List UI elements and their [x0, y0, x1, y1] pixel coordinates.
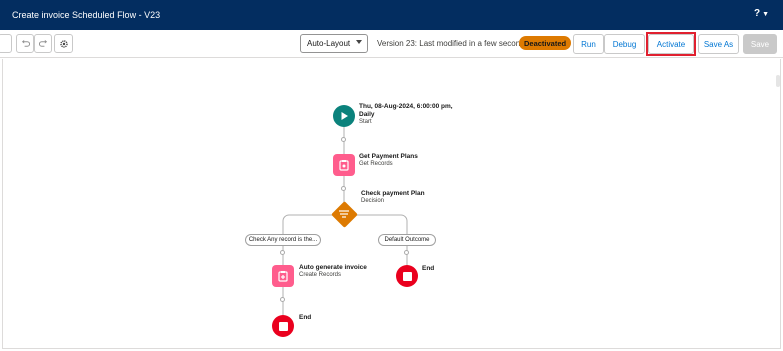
get-records-type: Get Records — [359, 161, 393, 167]
decision-title: Check payment Plan — [361, 190, 425, 197]
add-element-connector[interactable] — [341, 137, 346, 142]
create-records-icon — [278, 271, 288, 282]
help-icon: ? — [753, 8, 761, 19]
undo-icon — [21, 39, 30, 47]
end-label-default: End — [422, 265, 435, 272]
start-frequency-label: Daily — [359, 111, 375, 118]
end-label-create: End — [299, 314, 312, 321]
undo-button[interactable] — [16, 34, 34, 53]
decision-icon — [339, 210, 349, 218]
play-icon — [341, 112, 348, 120]
get-records-icon — [339, 160, 349, 171]
get-records-node[interactable] — [333, 154, 355, 176]
start-type-label: Start — [359, 119, 372, 125]
stop-icon — [402, 271, 412, 281]
start-node[interactable] — [333, 105, 355, 127]
toolbox-toggle-button[interactable] — [0, 34, 12, 53]
end-node-create[interactable] — [272, 315, 294, 337]
flow-title: Create invoice Scheduled Flow - V23 — [12, 10, 161, 20]
layout-select[interactable]: Auto-Layout — [300, 34, 368, 53]
help-menu[interactable]: ? ▼ — [754, 8, 769, 19]
get-records-title: Get Payment Plans — [359, 153, 418, 160]
create-records-title: Auto generate invoice — [299, 264, 367, 271]
save-as-button[interactable]: Save As — [698, 34, 739, 54]
redo-button[interactable] — [34, 34, 52, 53]
toolbar: Auto-Layout Version 23: Last modified in… — [0, 30, 783, 58]
layout-select-value: Auto-Layout — [307, 39, 351, 48]
outcome-check-any-record[interactable]: Check Any record is the... — [245, 234, 321, 246]
status-badge: Deactivated — [519, 36, 572, 50]
add-element-connector[interactable] — [341, 186, 346, 191]
add-element-connector[interactable] — [280, 250, 285, 255]
add-element-connector[interactable] — [280, 297, 285, 302]
start-schedule-label: Thu, 08-Aug-2024, 6:00:00 pm, — [359, 103, 453, 110]
redo-icon — [38, 39, 47, 47]
stop-icon — [278, 321, 288, 331]
version-status-text: Version 23: Last modified in a few secon… — [377, 39, 529, 48]
decision-type: Decision — [361, 198, 385, 204]
outcome-default[interactable]: Default Outcome — [378, 234, 436, 246]
create-records-type: Create Records — [299, 272, 342, 278]
add-element-connector[interactable] — [404, 250, 409, 255]
flow-canvas[interactable]: Thu, 08-Aug-2024, 6:00:00 pm, Daily Star… — [2, 59, 781, 349]
debug-button[interactable]: Debug — [604, 34, 645, 54]
app-header: Create invoice Scheduled Flow - V23 ? ▼ — [0, 0, 783, 30]
save-button[interactable]: Save — [743, 34, 777, 54]
chevron-down-icon — [356, 40, 362, 44]
create-records-node[interactable] — [272, 265, 294, 287]
activate-highlight — [646, 32, 696, 56]
chevron-down-icon: ▼ — [762, 11, 769, 18]
settings-button[interactable] — [54, 34, 73, 53]
run-button[interactable]: Run — [573, 34, 604, 54]
decision-node[interactable] — [330, 200, 358, 228]
settings-icon — [59, 39, 68, 48]
end-node-default[interactable] — [396, 265, 418, 287]
